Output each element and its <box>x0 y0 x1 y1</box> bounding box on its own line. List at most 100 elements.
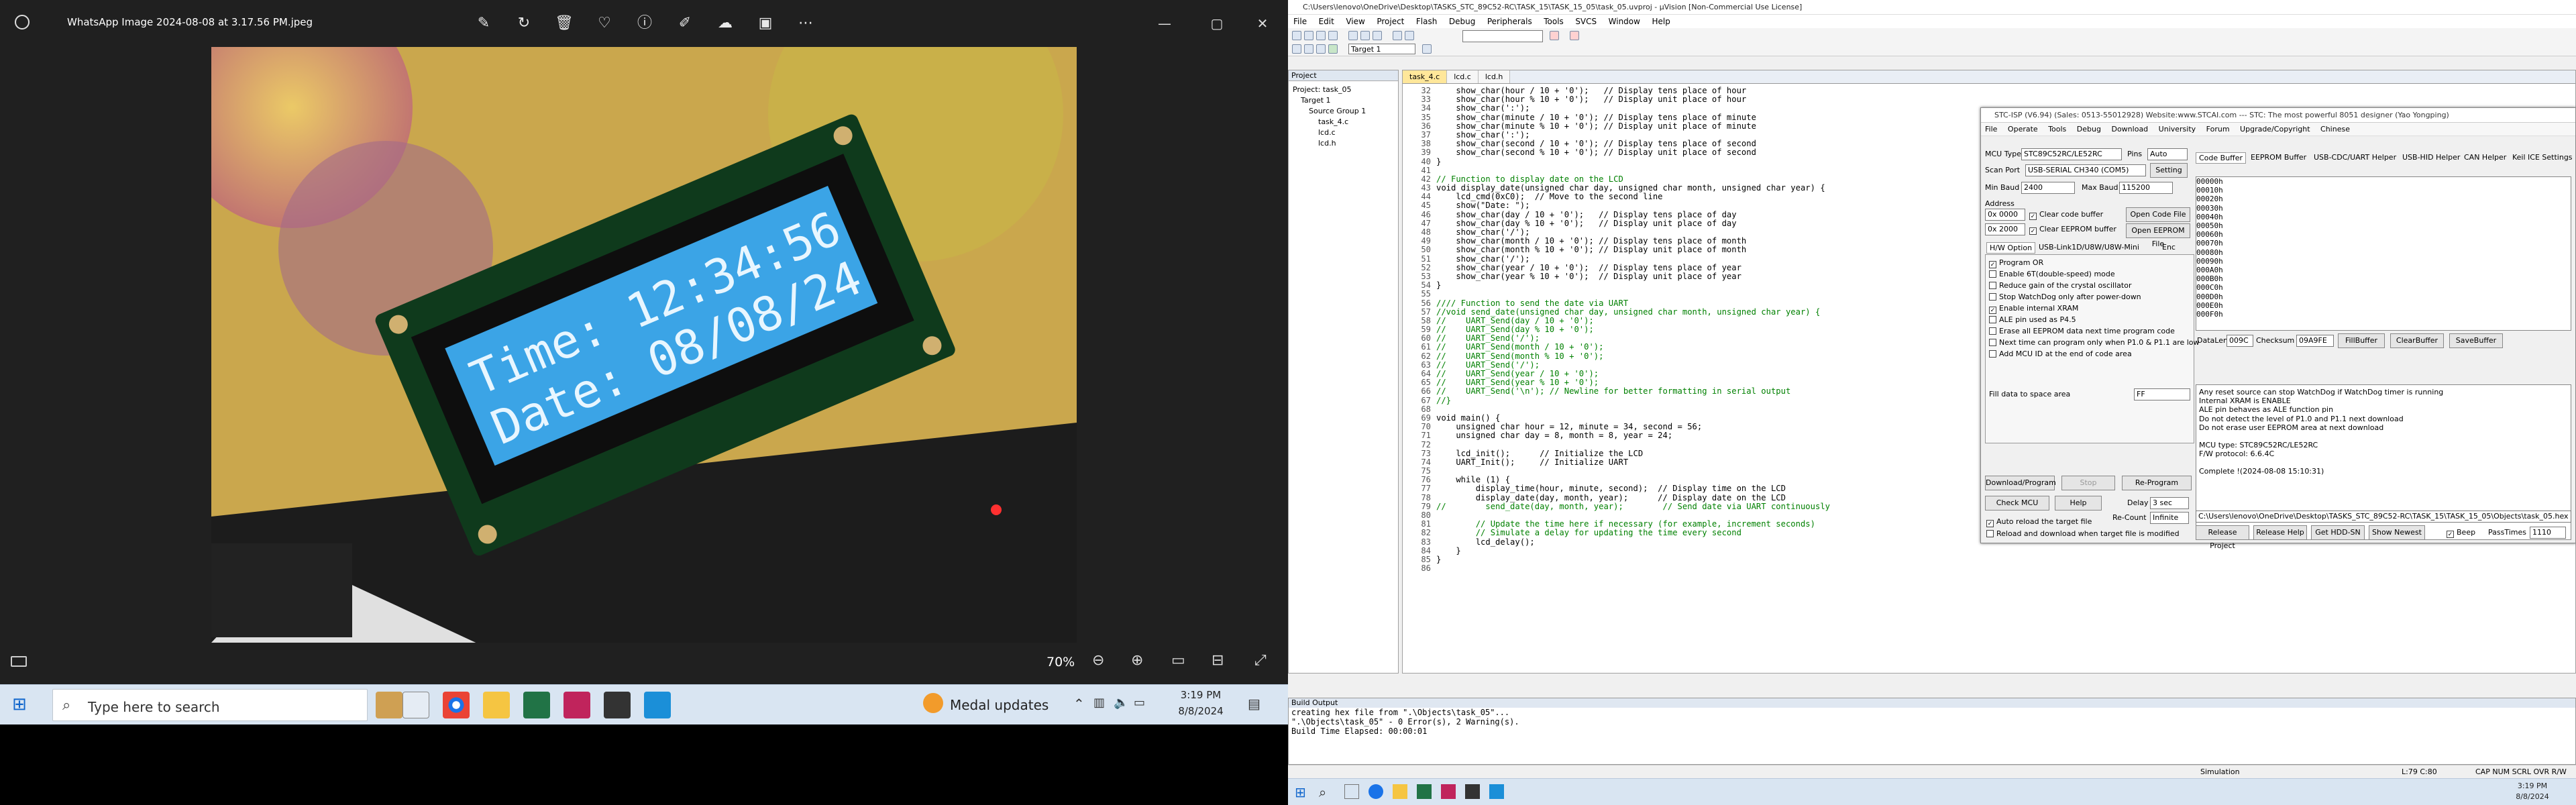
keil-icon[interactable] <box>1417 784 1432 799</box>
tool-icon[interactable] <box>1465 784 1480 799</box>
release-help-button[interactable]: Release Help <box>2253 525 2307 540</box>
stc-menu-debug[interactable]: Debug <box>2077 125 2101 133</box>
close-button[interactable]: ✕ <box>1249 12 1276 35</box>
save-all-icon[interactable] <box>1328 31 1338 40</box>
stop-button[interactable]: Stop <box>2061 476 2115 490</box>
menu-project[interactable]: Project <box>1377 17 1404 26</box>
hw-option-checkbox[interactable]: Enable 6T(double-speed) mode <box>1989 270 2115 278</box>
check-mcu-button[interactable]: Check MCU <box>1985 496 2049 511</box>
delay-select[interactable]: 3 sec <box>2150 497 2189 509</box>
file-lcdc[interactable]: lcd.c <box>1318 128 1336 137</box>
file-task4c[interactable]: task_4.c <box>1318 117 1348 126</box>
release-project-button[interactable]: Release Project <box>2196 525 2249 550</box>
code-buffer-tab[interactable]: Code Buffer <box>2196 152 2247 164</box>
file-explorer-icon[interactable] <box>1393 784 1407 799</box>
translate-icon[interactable] <box>1292 44 1301 54</box>
project-root[interactable]: Project: task_05 <box>1293 85 1352 94</box>
stc-menu-download[interactable]: Download <box>2111 125 2148 133</box>
menu-debug[interactable]: Debug <box>1449 17 1475 26</box>
stc-menu-operate[interactable]: Operate <box>2008 125 2038 133</box>
zoom-out-icon[interactable]: ⊖ <box>1092 652 1104 669</box>
battery-icon[interactable]: ▭ <box>1134 696 1145 710</box>
source-group-node[interactable]: Source Group 1 <box>1309 107 1366 115</box>
notifications-icon[interactable]: ▤ <box>1248 696 1260 712</box>
speaker-icon[interactable]: 🔈 <box>1114 696 1128 710</box>
reload-download-checkbox[interactable]: Reload and download when target file is … <box>1986 529 2180 538</box>
hw-option-tab[interactable]: H/W Option <box>1986 242 2036 254</box>
menu-svcs[interactable]: SVCS <box>1575 17 1597 26</box>
save-icon[interactable] <box>1316 31 1326 40</box>
edit-icon[interactable]: ✎ <box>472 12 495 35</box>
target-node[interactable]: Target 1 <box>1301 96 1331 105</box>
beep-checkbox[interactable]: ✓ Beep <box>2447 528 2475 538</box>
debug-icon[interactable] <box>1550 31 1559 40</box>
clock-time[interactable]: 3:19 PM <box>2509 782 2556 790</box>
eeprom-buffer-tab[interactable]: EEPROM Buffer <box>2251 153 2306 162</box>
tab-lcdh[interactable]: lcd.h <box>1478 70 1511 83</box>
hw-option-checkbox[interactable]: Reduce gain of the crystal oscillator <box>1989 281 2131 290</box>
open-code-file-button[interactable]: Open Code File <box>2126 207 2190 222</box>
max-baud-select[interactable]: 115200 <box>2119 182 2173 194</box>
start-icon[interactable]: ⊞ <box>12 694 27 714</box>
paste-icon[interactable] <box>1373 31 1382 40</box>
menu-view[interactable]: View <box>1346 17 1364 26</box>
hw-option-checkbox[interactable]: Stop WatchDog only after power-down <box>1989 292 2141 301</box>
cut-icon[interactable] <box>1348 31 1358 40</box>
stc-isp-icon[interactable] <box>564 692 590 718</box>
fit-icon[interactable]: ▭ <box>1171 652 1185 669</box>
port-select[interactable]: USB-SERIAL CH340 (COM5) <box>2025 164 2146 176</box>
menu-help[interactable]: Help <box>1652 17 1670 26</box>
tool-icon[interactable] <box>604 692 631 718</box>
can-helper-tab[interactable]: CAN Helper <box>2464 153 2506 162</box>
menu-window[interactable]: Window <box>1609 17 1640 26</box>
undo-icon[interactable] <box>1393 31 1402 40</box>
cloud-icon[interactable]: ☁ <box>714 12 737 35</box>
address2-input[interactable]: 0x 2000 <box>1985 223 2025 235</box>
fill-select[interactable]: FF <box>2134 388 2190 400</box>
maximize-button[interactable]: ▢ <box>1203 12 1230 35</box>
network-icon[interactable]: ▥ <box>1093 696 1105 710</box>
mcu-type-select[interactable]: STC89C52RC/LE52RC <box>2021 148 2122 160</box>
tab-lcdc[interactable]: lcd.c <box>1447 70 1479 83</box>
task-view-icon[interactable] <box>402 692 429 718</box>
usb-link-tab[interactable]: USB-Link1D/U8W/U8W-Mini <box>2039 243 2139 252</box>
menu-tools[interactable]: Tools <box>1544 17 1564 26</box>
clock-time[interactable]: 3:19 PM <box>1174 689 1228 701</box>
build-icon[interactable] <box>1304 44 1313 54</box>
download-icon[interactable] <box>1328 44 1338 54</box>
uart-helper-tab[interactable]: USB-CDC/UART Helper <box>2314 153 2396 162</box>
favorite-icon[interactable]: ♡ <box>593 12 616 35</box>
start-icon[interactable]: ⊞ <box>1295 784 1306 800</box>
target-select[interactable]: Target 1 <box>1348 44 1415 54</box>
hw-option-checkbox[interactable]: Next time can program only when P1.0 & P… <box>1989 338 2200 347</box>
keil-ice-tab[interactable]: Keil ICE Settings <box>2512 153 2573 162</box>
show-newest-button[interactable]: Show Newest <box>2369 525 2425 540</box>
clock-date[interactable]: 8/8/2024 <box>1174 705 1228 717</box>
info-icon[interactable]: ⓘ <box>633 12 656 35</box>
tab-task4c[interactable]: task_4.c <box>1403 70 1448 83</box>
chrome-icon[interactable] <box>443 692 470 718</box>
open-file-icon[interactable] <box>1304 31 1313 40</box>
clear-eeprom-checkbox[interactable]: ✓ Clear EEPROM buffer <box>2029 225 2116 235</box>
rebuild-icon[interactable] <box>1316 44 1326 54</box>
menu-edit[interactable]: Edit <box>1319 17 1334 26</box>
search-icon[interactable]: ⌕ <box>1319 784 1326 800</box>
hid-helper-tab[interactable]: USB-HID Helper <box>2402 153 2460 162</box>
enc-tab[interactable]: Enc <box>2162 243 2176 252</box>
file-lcdh[interactable]: lcd.h <box>1318 139 1336 148</box>
download-program-button[interactable]: Download/Program <box>1985 476 2056 490</box>
clear-buffer-button[interactable]: ClearBuffer <box>2390 333 2444 348</box>
address1-input[interactable]: 0x 0000 <box>1985 209 2025 221</box>
find-combo[interactable] <box>1462 30 1543 42</box>
breakpoint-icon[interactable] <box>1570 31 1579 40</box>
rotate-icon[interactable]: ↻ <box>513 12 535 35</box>
hw-option-checkbox[interactable]: ✓ Enable internal XRAM <box>1989 304 2078 314</box>
task-view-icon[interactable] <box>1344 784 1359 799</box>
stc-menu-chinese[interactable]: Chinese <box>2320 125 2350 133</box>
zoom-in-icon[interactable]: ⊕ <box>1131 652 1143 669</box>
hw-option-checkbox[interactable]: Erase all EEPROM data next time program … <box>1989 327 2175 335</box>
options-icon[interactable] <box>1422 44 1432 54</box>
cat-icon[interactable] <box>376 692 402 718</box>
taskbar-search[interactable]: ⌕ Type here to search <box>52 689 368 721</box>
clear-code-checkbox[interactable]: ✓ Clear code buffer <box>2029 210 2103 220</box>
